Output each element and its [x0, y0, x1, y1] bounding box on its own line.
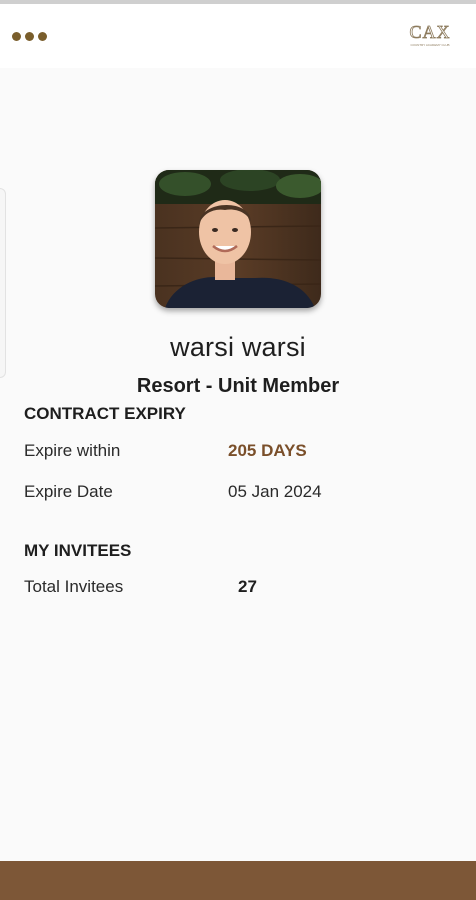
user-role: Resort - Unit Member — [136, 375, 340, 397]
expire-within-value: 205 DAYS — [228, 441, 307, 460]
my-invitees-title: MY INVITEES — [24, 541, 132, 560]
bottom-bar — [0, 861, 476, 900]
brand-logo: CAX COUNTRY ACADEMY CLUB — [409, 22, 450, 47]
avatar — [155, 170, 321, 308]
total-invitees-label: Total Invitees — [24, 577, 124, 596]
more-horizontal-icon-dot — [25, 31, 34, 41]
app-bar: CAX COUNTRY ACADEMY CLUB — [0, 4, 476, 68]
user-name: warsi warsi — [170, 332, 306, 362]
total-invitees-value: 27 — [238, 577, 257, 596]
contract-expiry-title: CONTRACT EXPIRY — [24, 404, 186, 423]
expire-date-label: Expire Date — [24, 482, 113, 501]
logo-text: CAX — [409, 22, 450, 42]
logo-subtext: COUNTRY ACADEMY CLUB — [410, 43, 449, 47]
expire-within-label: Expire within — [24, 441, 121, 460]
more-horizontal-icon — [12, 31, 21, 41]
expire-date-value: 05 Jan 2024 — [228, 482, 322, 501]
profile-content: warsi warsi Resort - Unit Member CONTRAC… — [0, 68, 476, 861]
menu-button[interactable] — [12, 24, 56, 48]
more-horizontal-icon-dot — [38, 31, 47, 41]
